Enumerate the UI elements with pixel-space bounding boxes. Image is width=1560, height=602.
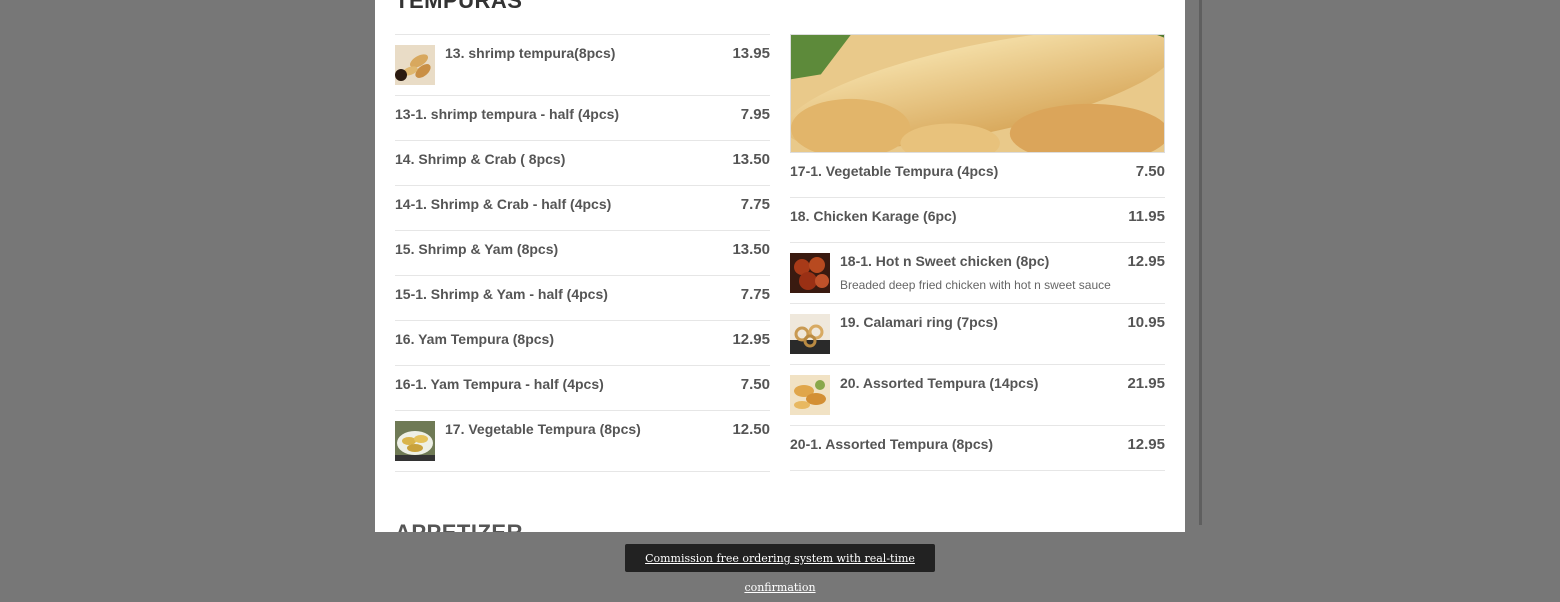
item-name: 18-1. Hot n Sweet chicken (8pc) [840,253,1050,269]
item-price: 7.50 [1135,163,1165,180]
item-price: 7.75 [740,196,770,213]
item-name: 15-1. Shrimp & Yam - half (4pcs) [395,286,608,302]
item-description: Breaded deep fried chicken with hot n sw… [840,278,1111,292]
item-name: 13-1. shrimp tempura - half (4pcs) [395,106,620,122]
spring-roll-photo [790,34,1165,153]
menu-item[interactable]: 13. shrimp tempura(8pcs) 13.95 [395,35,770,96]
section-title: TEMPURAS [395,0,523,13]
scrollbar-divider [1199,0,1202,525]
promo-banner: Commission free ordering system with rea… [625,544,935,594]
item-price: 13.95 [732,45,770,62]
item-name: 15. Shrimp & Yam (8pcs) [395,241,559,257]
menu-item[interactable]: 20. Assorted Tempura (14pcs) 21.95 [790,365,1165,426]
commission-free-link[interactable]: Commission free ordering system with rea… [645,552,915,594]
menu-item[interactable]: 20-1. Assorted Tempura (8pcs) 12.95 [790,426,1165,471]
hot-sweet-chicken-thumb[interactable] [790,253,830,293]
item-name: 18. Chicken Karage (6pc) [790,208,957,224]
item-price: 7.95 [740,106,770,123]
item-price: 12.95 [1127,436,1165,453]
menu-item[interactable]: 18-1. Hot n Sweet chicken (8pc) 12.95 Br… [790,243,1165,304]
assorted-tempura-thumb[interactable] [790,375,830,415]
menu-item[interactable]: 16. Yam Tempura (8pcs) 12.95 [395,321,770,366]
menu-column-left: 13. shrimp tempura(8pcs) 13.95 13-1. shr… [395,34,770,472]
item-name: 20. Assorted Tempura (14pcs) [840,375,1039,391]
calamari-thumb[interactable] [790,314,830,354]
menu-item[interactable]: 14-1. Shrimp & Crab - half (4pcs) 7.75 [395,186,770,231]
item-price: 7.75 [740,286,770,303]
menu-panel: TEMPURAS 13. shrimp tempura(8pcs) 13.95 … [375,0,1185,532]
menu-item[interactable]: 18. Chicken Karage (6pc) 11.95 [790,198,1165,243]
menu-item[interactable]: 17. Vegetable Tempura (8pcs) 12.50 [395,411,770,472]
item-price: 13.50 [732,241,770,258]
item-price: 12.95 [732,331,770,348]
item-name: 16. Yam Tempura (8pcs) [395,331,554,347]
menu-item[interactable]: 15-1. Shrimp & Yam - half (4pcs) 7.75 [395,276,770,321]
item-price: 11.95 [1128,208,1165,225]
item-price: 7.50 [740,376,770,393]
item-price: 13.50 [732,151,770,168]
item-price: 10.95 [1127,314,1165,331]
menu-item[interactable]: 13-1. shrimp tempura - half (4pcs) 7.95 [395,96,770,141]
menu-item[interactable]: 15. Shrimp & Yam (8pcs) 13.50 [395,231,770,276]
menu-item[interactable]: 16-1. Yam Tempura - half (4pcs) 7.50 [395,366,770,411]
item-name: 19. Calamari ring (7pcs) [840,314,998,330]
menu-item[interactable]: 19. Calamari ring (7pcs) 10.95 [790,304,1165,365]
vegetable-tempura-thumb[interactable] [395,421,435,461]
next-section-title: APPETIZER [395,516,523,532]
menu-item[interactable]: 14. Shrimp & Crab ( 8pcs) 13.50 [395,141,770,186]
item-name: 13. shrimp tempura(8pcs) [445,45,616,61]
item-price: 21.95 [1127,375,1165,392]
item-price: 12.50 [732,421,770,438]
shrimp-tempura-thumb[interactable] [395,45,435,85]
item-price: 12.95 [1127,253,1165,270]
item-name: 17-1. Vegetable Tempura (4pcs) [790,163,999,179]
item-name: 14-1. Shrimp & Crab - half (4pcs) [395,196,612,212]
item-name: 14. Shrimp & Crab ( 8pcs) [395,151,566,167]
item-name: 16-1. Yam Tempura - half (4pcs) [395,376,604,392]
menu-column-right: 17-1. Vegetable Tempura (4pcs) 7.50 18. … [790,34,1165,471]
item-name: 20-1. Assorted Tempura (8pcs) [790,436,994,452]
menu-item[interactable]: 17-1. Vegetable Tempura (4pcs) 7.50 [790,153,1165,198]
item-name: 17. Vegetable Tempura (8pcs) [445,421,641,437]
